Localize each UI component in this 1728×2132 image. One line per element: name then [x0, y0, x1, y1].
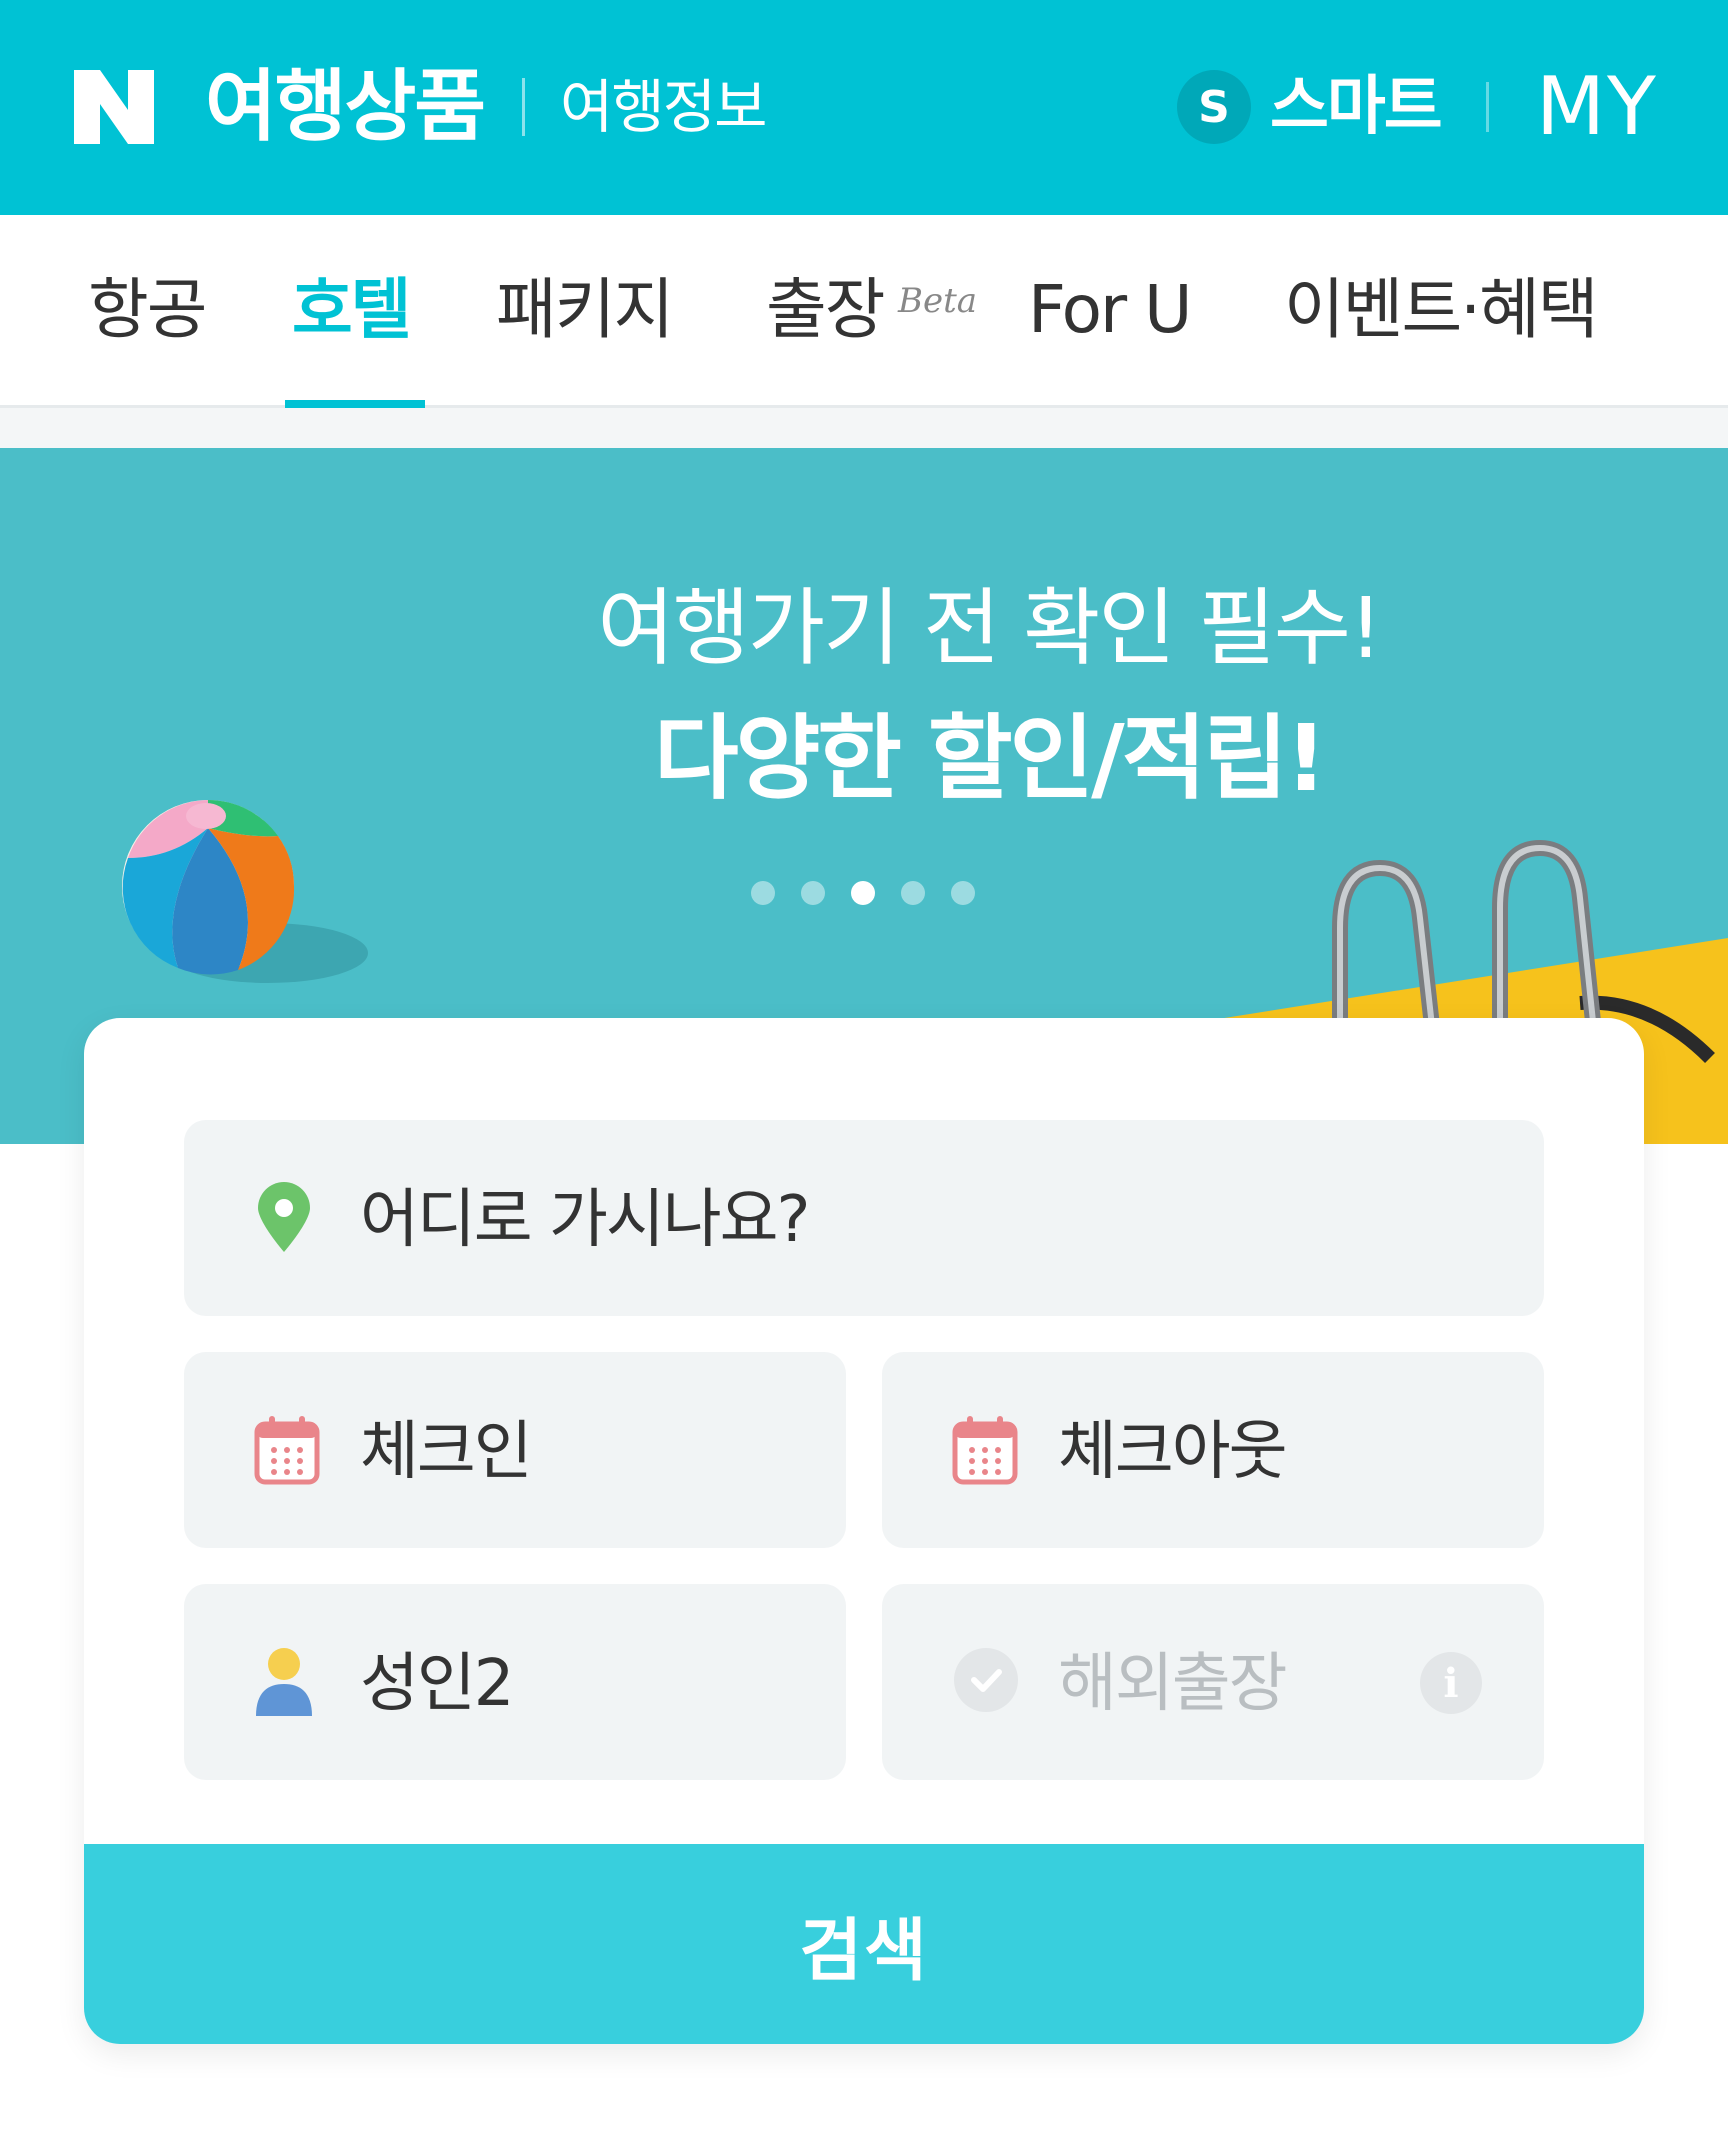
- active-tab-indicator: [285, 400, 425, 408]
- naver-logo-icon[interactable]: [74, 70, 154, 144]
- business-trip-toggle[interactable]: 해외출장 i: [882, 1584, 1544, 1780]
- destination-field[interactable]: 어디로 가시나요?: [184, 1120, 1544, 1316]
- carousel-dot[interactable]: [751, 881, 775, 905]
- business-trip-label: 해외출장: [1058, 1647, 1288, 1721]
- checkin-label: 체크인: [360, 1415, 533, 1489]
- smart-badge-icon[interactable]: S: [1177, 70, 1251, 144]
- checkout-field[interactable]: 체크아웃: [882, 1352, 1544, 1548]
- tab-for-u[interactable]: For U: [1028, 267, 1192, 353]
- carousel-dot[interactable]: [901, 881, 925, 905]
- checkin-field[interactable]: 체크인: [184, 1352, 846, 1548]
- beach-ball-icon: [122, 800, 368, 983]
- my-link[interactable]: MY: [1536, 58, 1658, 156]
- category-tabs: 항공 호텔 패키지 출장 Beta For U 이벤트·혜택: [0, 215, 1728, 408]
- travel-info-link[interactable]: 여행정보: [560, 68, 767, 146]
- brand-divider: [522, 78, 525, 136]
- brand-title[interactable]: 여행상품: [205, 58, 486, 156]
- guests-label: 성인2: [360, 1647, 514, 1721]
- hotel-search-form: 어디로 가시나요? 체크인 체크아웃 성인2 해외출장 i 검색: [84, 1018, 1644, 2044]
- top-header: 여행상품 여행정보 S 스마트 MY: [0, 0, 1728, 215]
- location-pin-icon: [258, 1182, 310, 1252]
- tab-package[interactable]: 패키지: [496, 267, 674, 353]
- tab-events[interactable]: 이벤트·혜택: [1284, 267, 1599, 353]
- search-button[interactable]: 검색: [84, 1844, 1644, 2044]
- carousel-dot[interactable]: [801, 881, 825, 905]
- calendar-icon: [254, 1416, 320, 1485]
- section-gap: [0, 408, 1728, 448]
- calendar-icon: [952, 1416, 1018, 1485]
- carousel-dots: [751, 881, 975, 905]
- info-icon[interactable]: i: [1420, 1652, 1482, 1714]
- tab-hotel[interactable]: 호텔: [292, 267, 411, 353]
- person-icon: [256, 1648, 312, 1716]
- hotel-search-page: 여행상품 여행정보 S 스마트 MY 항공 호텔 패키지 출장 Beta For…: [0, 0, 1728, 2132]
- tab-business-trip[interactable]: 출장: [766, 267, 885, 353]
- header-divider: [1486, 82, 1489, 132]
- smart-link[interactable]: 스마트: [1270, 64, 1443, 150]
- guests-field[interactable]: 성인2: [184, 1584, 846, 1780]
- tab-flight[interactable]: 항공: [88, 267, 207, 353]
- check-circle-icon[interactable]: [952, 1646, 1020, 1714]
- banner-subtitle: 여행가기 전 확인 필수!: [597, 579, 1382, 677]
- carousel-dot-active[interactable]: [851, 881, 875, 905]
- carousel-dot[interactable]: [951, 881, 975, 905]
- beta-badge: Beta: [898, 281, 978, 321]
- destination-placeholder: 어디로 가시나요?: [360, 1183, 810, 1257]
- checkout-label: 체크아웃: [1058, 1415, 1288, 1489]
